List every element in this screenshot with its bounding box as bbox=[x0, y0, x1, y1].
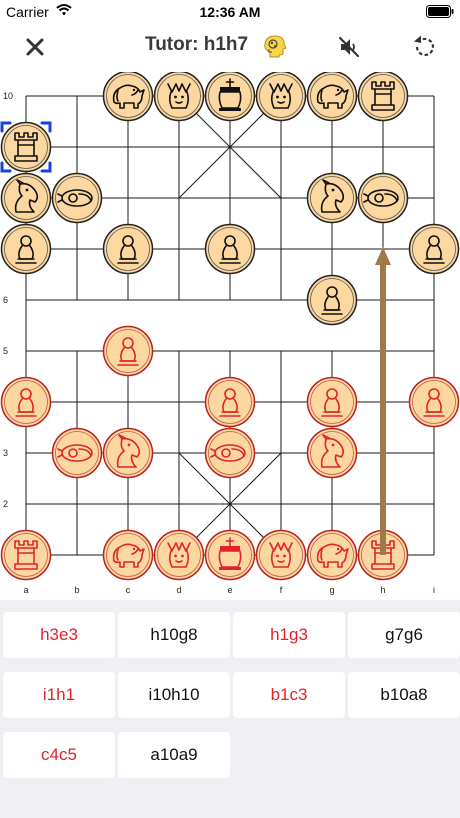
black-pawn-piece[interactable] bbox=[102, 223, 154, 275]
move-button[interactable]: h10g8 bbox=[118, 612, 230, 658]
black-rook-piece[interactable] bbox=[357, 72, 409, 122]
move-button[interactable]: i1h1 bbox=[3, 672, 115, 718]
red-advisor-piece[interactable] bbox=[153, 529, 205, 581]
file-label: g bbox=[329, 585, 334, 595]
black-advisor-piece[interactable] bbox=[153, 72, 205, 122]
file-label: h bbox=[380, 585, 385, 595]
move-button[interactable]: b10a8 bbox=[348, 672, 460, 718]
file-label: c bbox=[126, 585, 131, 595]
black-advisor-piece[interactable] bbox=[255, 72, 307, 122]
rank-label: 5 bbox=[3, 346, 8, 356]
close-button[interactable] bbox=[18, 30, 52, 64]
red-advisor-piece[interactable] bbox=[255, 529, 307, 581]
move-button[interactable]: h1g3 bbox=[233, 612, 345, 658]
black-cannon-piece[interactable] bbox=[51, 172, 103, 224]
red-cannon-piece[interactable] bbox=[204, 427, 256, 479]
navigation-bar: Tutor: h1h7 bbox=[0, 24, 460, 70]
black-king-piece[interactable] bbox=[204, 72, 256, 122]
board-canvas[interactable]: 10 6 5 3 2 a b c d e f g h i bbox=[0, 72, 460, 600]
red-knight-piece[interactable] bbox=[102, 427, 154, 479]
sound-toggle-button[interactable] bbox=[332, 30, 366, 64]
file-label: f bbox=[280, 585, 283, 595]
rotate-ccw-icon bbox=[414, 35, 435, 56]
red-pawn-piece[interactable] bbox=[306, 376, 358, 428]
page-title: Tutor: h1h7 bbox=[145, 34, 249, 55]
black-horse-piece[interactable] bbox=[102, 72, 154, 122]
clock: 12:36 AM bbox=[199, 4, 261, 20]
file-label: d bbox=[176, 585, 181, 595]
move-arrow bbox=[375, 247, 391, 555]
move-suggestions: h3e3 h10g8 h1g3 g7g6 i1h1 i10h10 b1c3 b10a8 c4c5… bbox=[0, 600, 460, 818]
red-horse-piece[interactable] bbox=[102, 529, 154, 581]
battery-icon bbox=[426, 5, 454, 23]
black-horse-piece[interactable] bbox=[306, 72, 358, 122]
xiangqi-board[interactable]: 10 6 5 3 2 a b c d e f g h i bbox=[0, 72, 460, 600]
red-pawn-piece[interactable] bbox=[102, 325, 154, 377]
move-button[interactable]: a10a9 bbox=[118, 732, 230, 778]
black-cannon-piece[interactable] bbox=[357, 172, 409, 224]
move-button[interactable]: b1c3 bbox=[233, 672, 345, 718]
file-label: i bbox=[433, 585, 435, 595]
file-label: b bbox=[74, 585, 79, 595]
black-pawn-piece[interactable] bbox=[306, 274, 358, 326]
red-horse-piece[interactable] bbox=[306, 529, 358, 581]
red-rook-piece[interactable] bbox=[0, 529, 52, 581]
move-button[interactable]: g7g6 bbox=[348, 612, 460, 658]
black-knight-piece[interactable] bbox=[0, 172, 52, 224]
black-pawn-piece[interactable] bbox=[0, 223, 52, 275]
speaker-muted-icon bbox=[338, 36, 360, 58]
move-button[interactable]: h3e3 bbox=[3, 612, 115, 658]
close-icon bbox=[26, 38, 44, 56]
file-label: a bbox=[23, 585, 28, 595]
red-pawn-piece[interactable] bbox=[204, 376, 256, 428]
file-label: e bbox=[227, 585, 232, 595]
rank-label: 3 bbox=[3, 448, 8, 458]
red-knight-piece[interactable] bbox=[306, 427, 358, 479]
red-cannon-piece[interactable] bbox=[51, 427, 103, 479]
black-rook-piece[interactable] bbox=[0, 121, 52, 173]
board-grid bbox=[25, 95, 435, 556]
rank-label: 6 bbox=[3, 295, 8, 305]
rank-label: 10 bbox=[3, 91, 13, 101]
red-pawn-piece[interactable] bbox=[0, 376, 52, 428]
black-pawn-piece[interactable] bbox=[408, 223, 460, 275]
move-button[interactable]: i10h10 bbox=[118, 672, 230, 718]
red-king-piece[interactable] bbox=[204, 529, 256, 581]
black-pawn-piece[interactable] bbox=[204, 223, 256, 275]
move-button[interactable]: c4c5 bbox=[3, 732, 115, 778]
black-knight-piece[interactable] bbox=[306, 172, 358, 224]
tutor-hint-button[interactable] bbox=[258, 30, 292, 64]
red-pawn-piece[interactable] bbox=[408, 376, 460, 428]
status-bar: Carrier 12:36 AM bbox=[0, 0, 460, 24]
rank-label: 2 bbox=[3, 499, 8, 509]
undo-button[interactable] bbox=[408, 30, 442, 64]
tutor-head-icon bbox=[264, 35, 287, 58]
